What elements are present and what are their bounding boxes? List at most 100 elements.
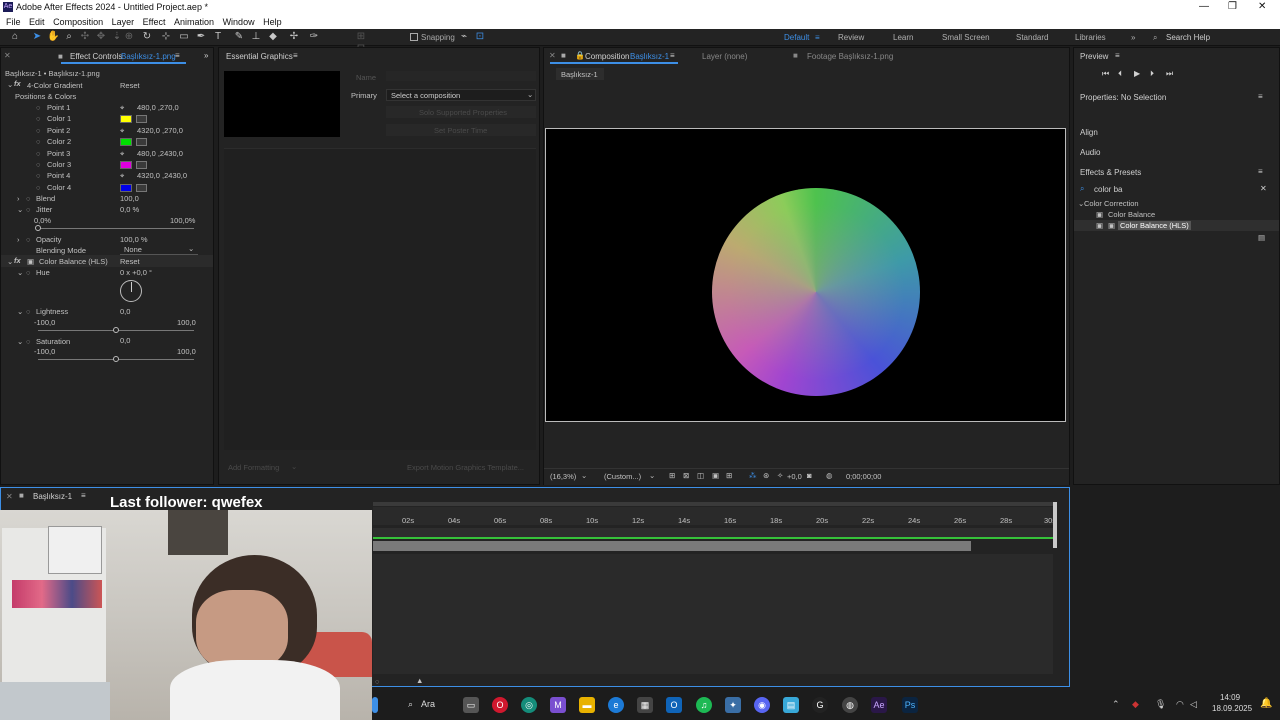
menu-edit[interactable]: Edit — [29, 17, 45, 27]
wifi-icon[interactable]: ◠ — [1176, 699, 1184, 710]
pan-behind-icon[interactable]: ⊹ — [160, 31, 172, 43]
reset-button[interactable]: Reset — [120, 81, 140, 90]
start-button-icon[interactable] — [372, 697, 378, 713]
lock-icon[interactable]: ■ — [58, 52, 63, 61]
group-positions-colors[interactable]: Positions & Colors — [15, 92, 76, 101]
panel-close-icon[interactable]: ✕ — [4, 51, 11, 60]
discord-icon[interactable]: ◉ — [754, 697, 770, 713]
file-explorer-icon[interactable]: ▬ — [579, 697, 595, 713]
color-channel-icon[interactable]: ⁂ — [749, 471, 757, 480]
primary-dropdown[interactable]: Select a composition ⌄ — [386, 89, 536, 101]
opera-icon[interactable]: O — [492, 697, 508, 713]
search-icon[interactable]: ⌕ — [1153, 33, 1157, 43]
dolly-camera-icon[interactable]: ⇣ — [111, 31, 123, 43]
workspace-libraries[interactable]: Libraries — [1075, 33, 1106, 42]
chevron-down-icon[interactable]: ⌄ — [17, 307, 23, 316]
crosshair-icon[interactable]: ⌖ — [120, 149, 124, 159]
exposure-value[interactable]: +0,0 — [787, 472, 802, 481]
panel-menu-icon[interactable]: ≡ — [670, 51, 675, 60]
previous-frame-icon[interactable]: ⏴ — [1118, 69, 1122, 79]
notepad-icon[interactable]: ▤ — [783, 697, 799, 713]
color-management-icon[interactable]: ⊛ — [763, 471, 769, 480]
workspace-menu-icon[interactable]: ≡ — [815, 33, 820, 42]
last-frame-icon[interactable]: ⏭ — [1166, 69, 1173, 79]
eyedropper-icon[interactable] — [136, 184, 147, 192]
chevron-down-icon[interactable]: ⌄ — [7, 80, 13, 89]
time-ruler[interactable]: 02s 04s 06s 08s 10s 12s 14s 16s 18s 20s … — [373, 507, 1057, 525]
pen-tool-icon[interactable]: ✒ — [195, 31, 207, 43]
blending-mode-dropdown[interactable]: None ⌄ — [120, 244, 198, 255]
panel-menu-icon[interactable]: ≡ — [175, 51, 180, 60]
panel-close-icon[interactable]: ✕ — [6, 492, 13, 501]
panel-close-icon[interactable]: ✕ — [549, 51, 556, 60]
puppet-pin-icon[interactable]: ✑ — [308, 31, 320, 43]
stopwatch-icon[interactable]: ◌ — [26, 194, 30, 203]
comp-subtab[interactable]: Başlıksız-1 — [556, 68, 604, 80]
first-frame-icon[interactable]: ⏮ — [1102, 69, 1109, 79]
task-view-icon[interactable]: ▭ — [463, 697, 479, 713]
snap-target-icon[interactable]: ⊡ — [474, 31, 486, 43]
zoom-tool-icon[interactable]: ⌕ — [63, 31, 75, 43]
clone-stamp-icon[interactable]: ⊥ — [250, 31, 262, 43]
layer-bar[interactable] — [373, 541, 971, 551]
chevron-down-icon[interactable]: ⌄ — [649, 471, 655, 480]
tab-essential-graphics[interactable]: Essential Graphics — [226, 52, 293, 61]
outlook-icon[interactable]: O — [666, 697, 682, 713]
snapshot-icon[interactable]: ◙ — [807, 471, 812, 480]
point2-value[interactable]: 4320,0 ,270,0 — [137, 126, 183, 135]
name-field[interactable] — [386, 71, 536, 81]
stopwatch-icon[interactable]: ◌ — [26, 307, 30, 316]
saturation-value[interactable]: 0,0 — [120, 336, 130, 345]
show-snapshot-icon[interactable]: ◍ — [826, 471, 833, 480]
preview-panel-title[interactable]: Preview — [1080, 52, 1108, 61]
notifications-icon[interactable]: 🔔 — [1260, 698, 1272, 709]
pan-camera-icon[interactable]: ✥ — [95, 31, 107, 43]
lock-icon[interactable]: ■ — [561, 51, 566, 60]
timeline-tab[interactable]: Başlıksız-1 — [33, 492, 72, 501]
stopwatch-icon[interactable]: ◌ — [36, 183, 40, 192]
fx-icon[interactable]: fx — [14, 79, 21, 88]
after-effects-taskbar-icon[interactable]: Ae — [871, 697, 887, 713]
more-workspaces-icon[interactable]: » — [1131, 33, 1135, 42]
color2-swatch[interactable] — [120, 138, 132, 146]
edge-icon[interactable]: e — [608, 697, 624, 713]
stopwatch-icon[interactable]: ◌ — [26, 268, 30, 277]
roto-brush-icon[interactable]: ✢ — [288, 31, 300, 43]
menu-effect[interactable]: Effect — [143, 17, 166, 27]
gradient-circle-layer[interactable] — [712, 188, 920, 396]
stopwatch-icon[interactable]: ◌ — [26, 205, 30, 214]
g-hub-icon[interactable]: G — [812, 697, 828, 713]
chevron-down-icon[interactable]: ⌄ — [581, 471, 587, 480]
transparency-grid-icon[interactable]: ⊠ — [683, 471, 689, 480]
opacity-value[interactable]: 100,0 % — [120, 235, 148, 244]
composition-viewer[interactable] — [545, 128, 1066, 422]
home-icon[interactable]: ⌂ — [9, 31, 21, 43]
brush-tool-icon[interactable]: ✎ — [233, 31, 245, 43]
minimize-icon[interactable]: — — [1199, 1, 1209, 12]
fast-preview-icon[interactable]: ⊞ — [669, 471, 675, 480]
zoom-out-icon[interactable]: ◌ — [375, 677, 379, 686]
snap-options-icon[interactable]: ⌁ — [458, 31, 470, 43]
tab-footage[interactable]: Footage Başlıksız-1.png — [807, 52, 893, 61]
hand-tool-icon[interactable]: ✋ — [47, 31, 59, 43]
panel-menu-icon[interactable]: ≡ — [293, 51, 298, 60]
search-help[interactable]: Search Help — [1166, 33, 1210, 42]
workspace-default[interactable]: Default — [784, 33, 809, 42]
timeline-track-area[interactable] — [373, 554, 1053, 674]
reset-exposure-icon[interactable]: ✧ — [777, 471, 783, 480]
effect-color-balance-hls[interactable]: Color Balance (HLS) — [1118, 221, 1191, 230]
hue-dial[interactable] — [120, 280, 142, 302]
microsoft365-icon[interactable]: M — [550, 697, 566, 713]
solo-supported-button[interactable]: Solo Supported Properties — [386, 106, 536, 118]
effects-presets-title[interactable]: Effects & Presets — [1080, 168, 1141, 177]
chevron-right-icon[interactable]: › — [17, 235, 20, 244]
mask-visibility-icon[interactable]: ◫ — [697, 471, 704, 480]
point3-value[interactable]: 480,0 ,2430,0 — [137, 149, 183, 158]
selection-tool-icon[interactable]: ➤ — [31, 31, 43, 43]
stopwatch-icon[interactable]: ◌ — [36, 103, 40, 112]
effect-color-balance[interactable]: Color Balance — [1108, 210, 1155, 219]
microphone-icon[interactable]: 🎙 — [1155, 699, 1166, 710]
composition-lock-icon[interactable]: 🔒 — [575, 51, 585, 60]
stopwatch-icon[interactable]: ◌ — [36, 114, 40, 123]
menu-file[interactable]: File — [6, 17, 21, 27]
